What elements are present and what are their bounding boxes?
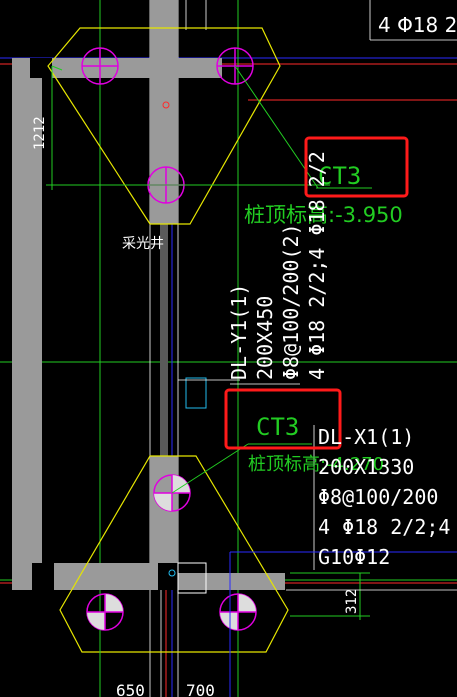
leader-lower bbox=[171, 443, 249, 494]
beam-x-side-bars: G10Φ12 bbox=[318, 545, 390, 569]
dimension-312-label: 312 bbox=[344, 589, 360, 614]
top-right-rebar-label: 4 Φ18 2Z bbox=[378, 13, 457, 37]
center-column-upper bbox=[150, 0, 178, 224]
beam-y-name: DL-Y1(1) bbox=[227, 284, 251, 380]
small-cyan-rect bbox=[185, 377, 207, 409]
cad-drawing: 4 Φ18 2Z 1212 CT3 桩顶标高:-3.950 采光井 DL-Y1(… bbox=[0, 0, 457, 697]
beam-y-stirrup: Φ8@100/200(2) bbox=[279, 223, 303, 380]
skylight-well-label: 采光井 bbox=[122, 236, 164, 252]
beam-x-stirrup: Φ8@100/200 bbox=[318, 485, 438, 509]
cad-drawing-viewport[interactable]: 4 Φ18 2Z 1212 CT3 桩顶标高:-3.950 采光井 DL-Y1(… bbox=[0, 0, 457, 697]
dimension-700-label: 700 bbox=[186, 681, 215, 697]
ct3-lower-label: CT3 bbox=[256, 413, 299, 441]
beam-y-size: 200X450 bbox=[253, 296, 277, 380]
bottom-wall-right bbox=[178, 573, 285, 590]
beam-y-rebar: 4 Φ18 2/2;4 Φ18 2/2 bbox=[305, 151, 329, 380]
beam-x-size: 200X1330 bbox=[318, 455, 414, 479]
dimension-1212-label: 1212 bbox=[32, 116, 48, 150]
beam-x-name: DL-X1(1) bbox=[318, 425, 414, 449]
beam-x-rebar: 4 Φ18 2/2;4 Φ bbox=[318, 515, 457, 539]
center-column-mid bbox=[160, 224, 168, 456]
dimension-650-label: 650 bbox=[116, 681, 145, 697]
